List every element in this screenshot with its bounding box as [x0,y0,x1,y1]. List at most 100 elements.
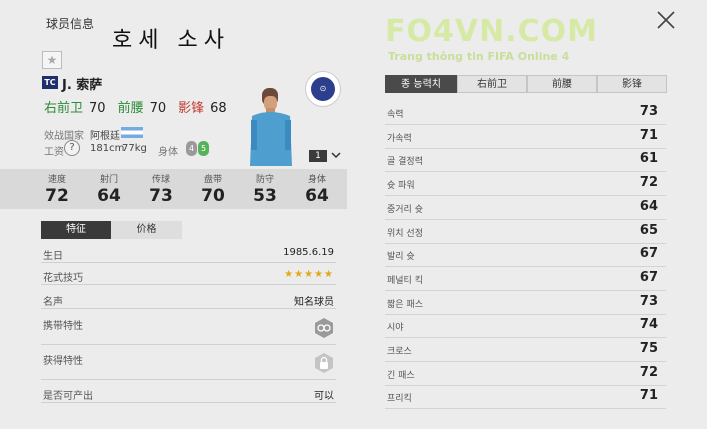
weak-foot-badge: 4 [186,141,197,156]
position-ovr: 68 [210,101,227,116]
detail-key: 是否可产出 [43,391,93,402]
stat-value: 72 [45,186,69,206]
attribute-name: 시야 [387,323,404,334]
season-badge: TC [42,76,58,89]
stat-value: 64 [305,186,329,206]
attribute-value: 64 [639,198,658,214]
attribute-value: 72 [639,175,658,191]
stat-label: 防守 [255,175,274,185]
detail-row-acquired-traits: 获得特性 [41,349,336,380]
detail-key: 花式技巧 [43,273,83,284]
tab-position-cam[interactable]: 前腰 [527,75,597,93]
stat-value: 73 [149,186,173,206]
detail-row-reputation: 名声 知名球员 [41,290,336,309]
attribute-value: 67 [639,269,658,285]
stat-item: 身体 64 [291,169,343,206]
detail-key: 生日 [43,251,63,262]
detail-row-obtainable: 是否可产出 可以 [41,384,336,403]
detail-row-birthday: 生日 1985.6.19 [41,244,336,263]
attribute-row: 발리 슛 67 [385,243,666,268]
attribute-value: 71 [639,388,658,404]
chevron-down-icon[interactable] [331,151,341,159]
stats-bar: 速度 72 射门 64 传球 73 盘带 70 防守 53 身体 64 [0,169,347,209]
tab-overall-stats[interactable]: 종 능력치 [385,75,457,93]
tab-traits[interactable]: 特征 [41,221,111,239]
detail-row-skill-moves: 花式技巧 ★★★★★ [41,266,336,285]
attribute-name: 속력 [387,110,404,120]
attribute-name: 크로스 [387,347,412,357]
detail-value: 可以 [314,391,334,402]
stat-value: 53 [253,186,277,206]
page-title: 球员信息 [46,17,95,31]
attribute-name: 중거리 슛 [387,204,423,215]
tab-position-cf[interactable]: 影锋 [597,75,667,93]
nation-value: 阿根廷 [90,131,120,142]
attribute-name: 프리킥 [387,394,412,405]
trait-icon[interactable] [314,317,334,339]
attribute-name: 짧은 패스 [387,299,423,310]
attribute-value: 71 [639,127,658,143]
weight-value: 77kg [122,143,147,154]
club-emblem-glyph: ⊙ [311,77,335,101]
attribute-value: 61 [639,151,658,167]
attribute-row: 속력 73 [385,101,666,125]
attribute-name: 골 결정력 [387,157,423,168]
attribute-value: 73 [639,293,658,309]
attribute-name: 페널티 킥 [387,275,423,286]
detail-key: 携带特性 [43,321,83,332]
nation-label: 效战国家 [44,131,84,142]
close-icon[interactable] [655,9,677,31]
stat-label: 速度 [47,175,66,185]
site-logo: FO4VN.COM [385,14,598,49]
detail-key: 获得特性 [43,356,83,367]
attribute-value: 72 [639,364,658,380]
tab-price[interactable]: 价格 [111,221,182,239]
tab-position-rm[interactable]: 右前卫 [457,75,527,93]
position-ratings: 右前卫 70 前腰 70 影锋 68 [44,97,239,116]
body-label: 身体 [158,147,178,158]
attribute-row: 긴 패스 72 [385,362,666,386]
attribute-value: 75 [639,341,658,356]
player-name: J. 索萨 [62,78,103,93]
attribute-name: 긴 패스 [387,370,415,381]
stat-label: 传球 [151,175,170,185]
attribute-row: 가속력 71 [385,125,666,149]
site-tagline: Trang thông tin FIFA Online 4 [388,50,570,63]
wage-label: 工资 [44,147,64,158]
skill-moves-badge: 5 [198,141,209,156]
favorite-star-icon[interactable]: ★ [42,51,62,69]
attribute-row: 프리킥 71 [385,385,666,410]
stat-item: 射门 64 [83,169,135,206]
position-ovr: 70 [89,101,106,116]
attribute-value: 74 [639,317,658,333]
detail-row-innate-traits: 携带特性 [41,314,336,345]
attribute-row: 크로스 75 [385,338,666,362]
attribute-name: 가속력 [387,133,412,144]
stat-item: 防守 53 [239,169,291,206]
attribute-value: 67 [639,246,658,262]
club-emblem-icon: ⊙ [305,71,341,107]
wage-icon: ? [64,140,80,156]
attribute-value: 65 [639,222,658,238]
detail-key: 名声 [43,297,63,308]
stat-value: 64 [97,186,121,206]
height-value: 181cm [90,143,125,154]
attribute-row: 페널티 킥 67 [385,267,666,291]
argentina-flag-icon [121,127,143,138]
attribute-row: 위치 선정 65 [385,220,666,244]
position-name: 影锋 [178,101,205,116]
stat-item: 盘带 70 [187,169,239,206]
player-photo [250,88,292,166]
detail-value: 1985.6.19 [283,247,334,258]
stat-item: 速度 72 [31,169,83,206]
attribute-name: 위치 선정 [387,228,423,239]
level-indicator[interactable]: 1 [309,150,327,162]
attribute-name: 슛 파워 [387,181,415,192]
stat-value: 70 [201,186,225,206]
skill-stars: ★★★★★ [284,269,334,280]
attribute-row: 골 결정력 61 [385,148,666,173]
stat-label: 盘带 [203,175,222,185]
position-name: 前腰 [117,101,144,116]
attribute-value: 73 [639,104,658,119]
position-ovr: 70 [149,101,167,116]
